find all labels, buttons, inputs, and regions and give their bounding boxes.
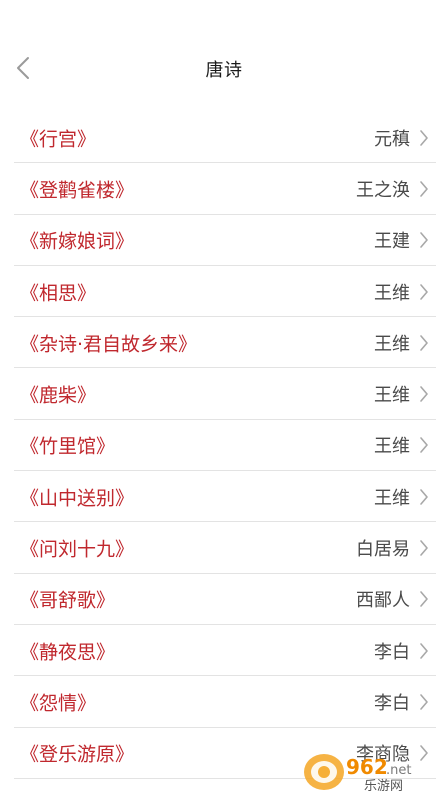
chevron-right-icon [418, 538, 430, 558]
chevron-right-icon [418, 692, 430, 712]
list-item[interactable]: 《登鹳雀楼》 王之涣 [0, 163, 448, 215]
chevron-right-icon [418, 128, 430, 148]
list-item[interactable]: 《相思》 王维 [0, 266, 448, 318]
poem-title: 《竹里馆》 [20, 435, 116, 458]
watermark-subtitle: 乐游网 [364, 779, 403, 794]
poem-author: 王之涣 [356, 179, 410, 201]
poem-author: 王建 [374, 231, 410, 253]
list-item[interactable]: 《行宫》 元稹 [0, 112, 448, 164]
list-item[interactable]: 《山中送别》 王维 [0, 471, 448, 523]
poem-list-page: 唐诗 《行宫》 元稹 《登鹳雀楼》 王之涣 《新嫁娘词》 王建 《相思》 王维 《杂诗·君自故乡… [0, 0, 448, 796]
poem-list: 《行宫》 元稹 《登鹳雀楼》 王之涣 《新嫁娘词》 王建 《相思》 王维 《杂诗·君自故乡来》王… [0, 112, 448, 796]
list-item[interactable]: 《哥舒歌》 西鄙人 [0, 574, 448, 626]
list-item[interactable]: 《新嫁娘词》 王建 [0, 215, 448, 267]
poem-author: 王维 [374, 436, 410, 458]
poem-author: 李白 [374, 641, 410, 663]
poem-author: 王维 [374, 487, 410, 509]
chevron-right-icon [418, 435, 430, 455]
poem-title: 《山中送别》 [20, 487, 135, 510]
poem-title: 《行宫》 [20, 128, 97, 151]
chevron-right-icon [418, 589, 430, 609]
page-title: 唐诗 [205, 60, 243, 81]
list-item[interactable]: 《怨情》 李白 [0, 676, 448, 728]
poem-author: 王维 [374, 385, 410, 407]
poem-title: 《登鹳雀楼》 [20, 179, 135, 202]
poem-title: 《杂诗·君自故乡来》 [20, 333, 198, 356]
poem-title: 《怨情》 [20, 692, 97, 715]
chevron-right-icon [418, 333, 430, 353]
poem-author: 西鄙人 [356, 590, 410, 612]
poem-title: 《问刘十九》 [20, 538, 135, 561]
chevron-right-icon [418, 384, 430, 404]
poem-title: 《鹿柴》 [20, 384, 97, 407]
list-item[interactable]: 《鹿柴》 王维 [0, 368, 448, 421]
chevron-right-icon [418, 487, 430, 507]
poem-author: 李白 [374, 692, 410, 714]
watermark-domain: .net [386, 763, 411, 778]
poem-author: 王维 [374, 282, 410, 304]
poem-title: 《静夜思》 [20, 641, 116, 664]
list-item[interactable]: 《问刘十九》 白居易 [0, 522, 448, 574]
list-item[interactable]: 《竹里馆》 王维 [0, 420, 448, 472]
poem-title: 《听筝》 [20, 791, 96, 796]
poem-author: 白居易 [356, 539, 410, 561]
navigation-bar: 唐诗 [0, 0, 448, 112]
poem-author: 元稹 [374, 128, 410, 150]
list-item[interactable]: 《静夜思》 李白 [0, 625, 448, 677]
site-watermark: 962 .net 乐游网 [300, 750, 444, 794]
chevron-right-icon [418, 179, 430, 199]
poem-title: 《新嫁娘词》 [20, 230, 135, 253]
watermark-brand: 962 [346, 755, 388, 779]
poem-title: 《登乐游原》 [20, 743, 135, 766]
poem-author: 王维 [374, 333, 410, 355]
watermark-logo: 962 .net 乐游网 [304, 754, 411, 794]
poem-title: 《相思》 [20, 282, 97, 305]
chevron-right-icon [418, 230, 430, 250]
list-item[interactable]: 《杂诗·君自故乡来》 王维 [0, 317, 448, 369]
watermark-badge-icon [304, 754, 344, 790]
poem-title: 《哥舒歌》 [20, 589, 116, 612]
chevron-right-icon [418, 282, 430, 302]
chevron-right-icon [418, 641, 430, 661]
